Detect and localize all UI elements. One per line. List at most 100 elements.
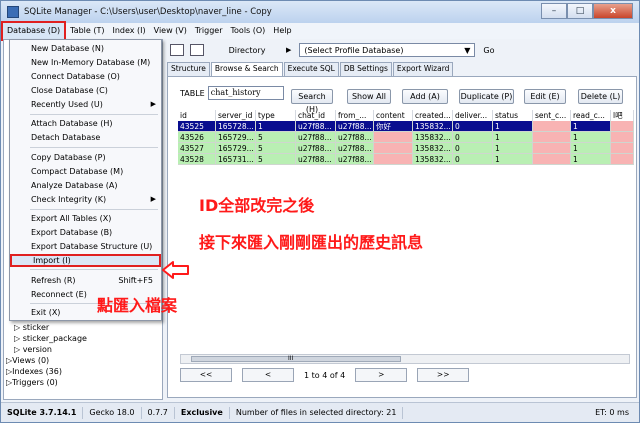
menu-item-copy-database[interactable]: Copy Database (P) [10, 151, 161, 164]
table-cell[interactable] [611, 121, 634, 132]
table-cell[interactable]: u27f88... [336, 143, 374, 154]
column-header[interactable]: l吧 [611, 110, 634, 121]
table-cell[interactable]: 0 [453, 121, 493, 132]
table-cell[interactable]: 1 [571, 132, 611, 143]
menu-item-export-database[interactable]: Export Database (B) [10, 226, 161, 239]
go-button[interactable]: Go [483, 46, 494, 55]
table-name-field[interactable]: chat_history [207, 86, 284, 100]
prev-page-button[interactable]: < [242, 368, 294, 382]
table-cell[interactable]: u27f88... [296, 121, 336, 132]
menu-index[interactable]: Index (I) [108, 23, 149, 39]
table-cell[interactable]: 165731... [216, 154, 256, 165]
table-cell[interactable]: u27f88... [296, 132, 336, 143]
menu-trigger[interactable]: Trigger [191, 23, 227, 39]
tab-export-wizard[interactable]: Export Wizard [392, 62, 454, 76]
table-cell[interactable]: 135832... [413, 143, 453, 154]
menu-item-export-all-tables[interactable]: Export All Tables (X) [10, 212, 161, 225]
maximize-button[interactable]: □ [567, 3, 593, 19]
table-cell[interactable]: 1 [571, 143, 611, 154]
table-cell[interactable]: 1 [571, 121, 611, 132]
column-header[interactable]: created... [413, 110, 453, 121]
table-cell[interactable]: 135832... [413, 132, 453, 143]
profile-select[interactable]: (Select Profile Database) ▼ [299, 43, 476, 57]
column-header[interactable]: status [493, 110, 533, 121]
menu-database[interactable]: Database (D) [1, 21, 67, 41]
column-header[interactable]: chat_id [296, 110, 336, 121]
tree-item-sticker[interactable]: ▷ sticker [14, 322, 87, 333]
table-cell[interactable] [374, 154, 413, 165]
add-button[interactable]: Add (A) [402, 89, 448, 104]
show-all-button[interactable]: Show All [347, 89, 391, 104]
table-cell[interactable]: 43525 [178, 121, 216, 132]
menu-help[interactable]: Help [269, 23, 295, 39]
tab-structure[interactable]: Structure [167, 62, 210, 76]
menu-tools[interactable]: Tools (O) [227, 23, 270, 39]
table-cell[interactable]: 165729... [216, 132, 256, 143]
table-cell[interactable]: 你好 [374, 121, 413, 132]
table-cell[interactable]: 43528 [178, 154, 216, 165]
table-cell[interactable]: u27f88... [336, 121, 374, 132]
table-cell[interactable]: 1 [571, 154, 611, 165]
table-cell[interactable]: 1 [493, 154, 533, 165]
tree-item-sticker-package[interactable]: ▷ sticker_package [14, 333, 87, 344]
table-cell[interactable] [533, 132, 571, 143]
table-cell[interactable]: 43526 [178, 132, 216, 143]
column-header[interactable]: read_c... [571, 110, 611, 121]
close-button[interactable]: x [593, 3, 633, 19]
column-header[interactable]: type [256, 110, 296, 121]
menu-table[interactable]: Table (T) [66, 23, 108, 39]
directory-label[interactable]: Directory [214, 46, 280, 55]
menu-item-refresh[interactable]: Refresh (R) Shift+F5 [10, 274, 161, 287]
table-cell[interactable] [611, 143, 634, 154]
new-table-icon[interactable] [170, 44, 184, 56]
table-cell[interactable] [533, 121, 571, 132]
table-cell[interactable]: 0 [453, 143, 493, 154]
table-cell[interactable]: 43527 [178, 143, 216, 154]
table-cell[interactable]: u27f88... [296, 154, 336, 165]
table-cell[interactable]: u27f88... [336, 132, 374, 143]
table-cell[interactable]: 135832... [413, 121, 453, 132]
table-cell[interactable]: 1 [256, 121, 296, 132]
tree-item-version[interactable]: ▷ version [14, 344, 87, 355]
tab-execute-sql[interactable]: Execute SQL [283, 62, 339, 76]
tree-item-triggers[interactable]: ▷Triggers (0) [6, 377, 87, 388]
table-cell[interactable]: 5 [256, 143, 296, 154]
horizontal-scrollbar[interactable]: III [180, 354, 630, 364]
menu-view[interactable]: View (V) [150, 23, 191, 39]
table-cell[interactable]: 0 [453, 154, 493, 165]
table-row[interactable]: 43526 165729... 5 u27f88... u27f88... 13… [178, 132, 634, 143]
column-header[interactable]: server_id [216, 110, 256, 121]
column-header[interactable]: id [178, 110, 216, 121]
table-cell[interactable]: u27f88... [296, 143, 336, 154]
menu-item-check-integrity[interactable]: Check Integrity (K) ▶ [10, 193, 161, 206]
menu-item-compact-database[interactable]: Compact Database (M) [10, 165, 161, 178]
table-cell[interactable]: 1 [493, 121, 533, 132]
table-cell[interactable]: 0 [453, 132, 493, 143]
table-cell[interactable] [611, 132, 634, 143]
column-header[interactable]: sent_c... [533, 110, 571, 121]
column-header[interactable]: deliver... [453, 110, 493, 121]
table-cell[interactable] [374, 143, 413, 154]
table-row[interactable]: 43528 165731... 5 u27f88... u27f88... 13… [178, 154, 634, 165]
table-cell[interactable]: 1 [493, 132, 533, 143]
table-cell[interactable] [533, 143, 571, 154]
minimize-button[interactable]: – [541, 3, 567, 19]
folder-icon[interactable] [190, 44, 204, 56]
menu-item-connect-database[interactable]: Connect Database (O) [10, 70, 161, 83]
table-row[interactable]: 43525 165728... 1 u27f88... u27f88... 你好… [178, 121, 634, 132]
tab-db-settings[interactable]: DB Settings [339, 62, 392, 76]
tab-browse-search[interactable]: Browse & Search [210, 62, 283, 76]
next-page-button[interactable]: > [355, 368, 408, 382]
table-cell[interactable] [374, 132, 413, 143]
menu-item-attach-database[interactable]: Attach Database (H) [10, 117, 161, 130]
table-cell[interactable]: 1 [493, 143, 533, 154]
tree-item-indexes[interactable]: ▷Indexes (36) [6, 366, 87, 377]
table-row[interactable]: 43527 165729... 5 u27f88... u27f88... 13… [178, 143, 634, 154]
table-cell[interactable]: 165728... [216, 121, 256, 132]
search-button[interactable]: Search (H) [291, 89, 333, 114]
menu-item-analyze-database[interactable]: Analyze Database (A) [10, 179, 161, 192]
delete-button[interactable]: Delete (L) [578, 89, 623, 104]
first-page-button[interactable]: << [180, 368, 232, 382]
menu-item-detach-database[interactable]: Detach Database [10, 131, 161, 144]
tree-item-views[interactable]: ▷Views (0) [6, 355, 87, 366]
